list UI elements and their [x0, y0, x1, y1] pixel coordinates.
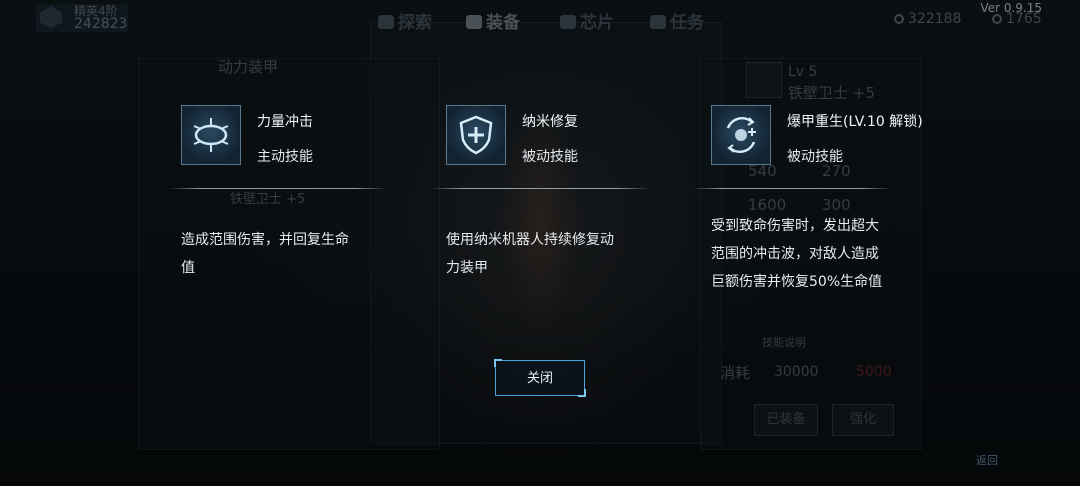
shield-plus-icon: [446, 105, 506, 165]
skill-name: 纳米修复: [522, 114, 578, 130]
back-link[interactable]: 返回: [976, 452, 998, 468]
skill-type: 被动技能: [522, 149, 578, 165]
skill-description: 受到致命伤害时，发出超大 范围的冲击波，对敌人造成 巨额伤害并恢复50%生命值: [711, 218, 883, 290]
skill-type: 主动技能: [257, 149, 313, 165]
revive-icon: [711, 105, 771, 165]
skill-name: 力量冲击: [257, 114, 313, 130]
skill-description: 造成范围伤害，并回复生命 值: [181, 232, 349, 276]
skill-description: 使用纳米机器人持续修复动 力装甲: [446, 232, 614, 276]
divider: [692, 188, 892, 189]
shockwave-icon: [181, 105, 241, 165]
skill-name: 爆甲重生(LV.10 解锁): [787, 114, 923, 130]
divider: [168, 188, 388, 189]
close-button[interactable]: 关闭: [494, 359, 586, 397]
divider: [430, 188, 650, 189]
skill-type: 被动技能: [787, 149, 843, 165]
